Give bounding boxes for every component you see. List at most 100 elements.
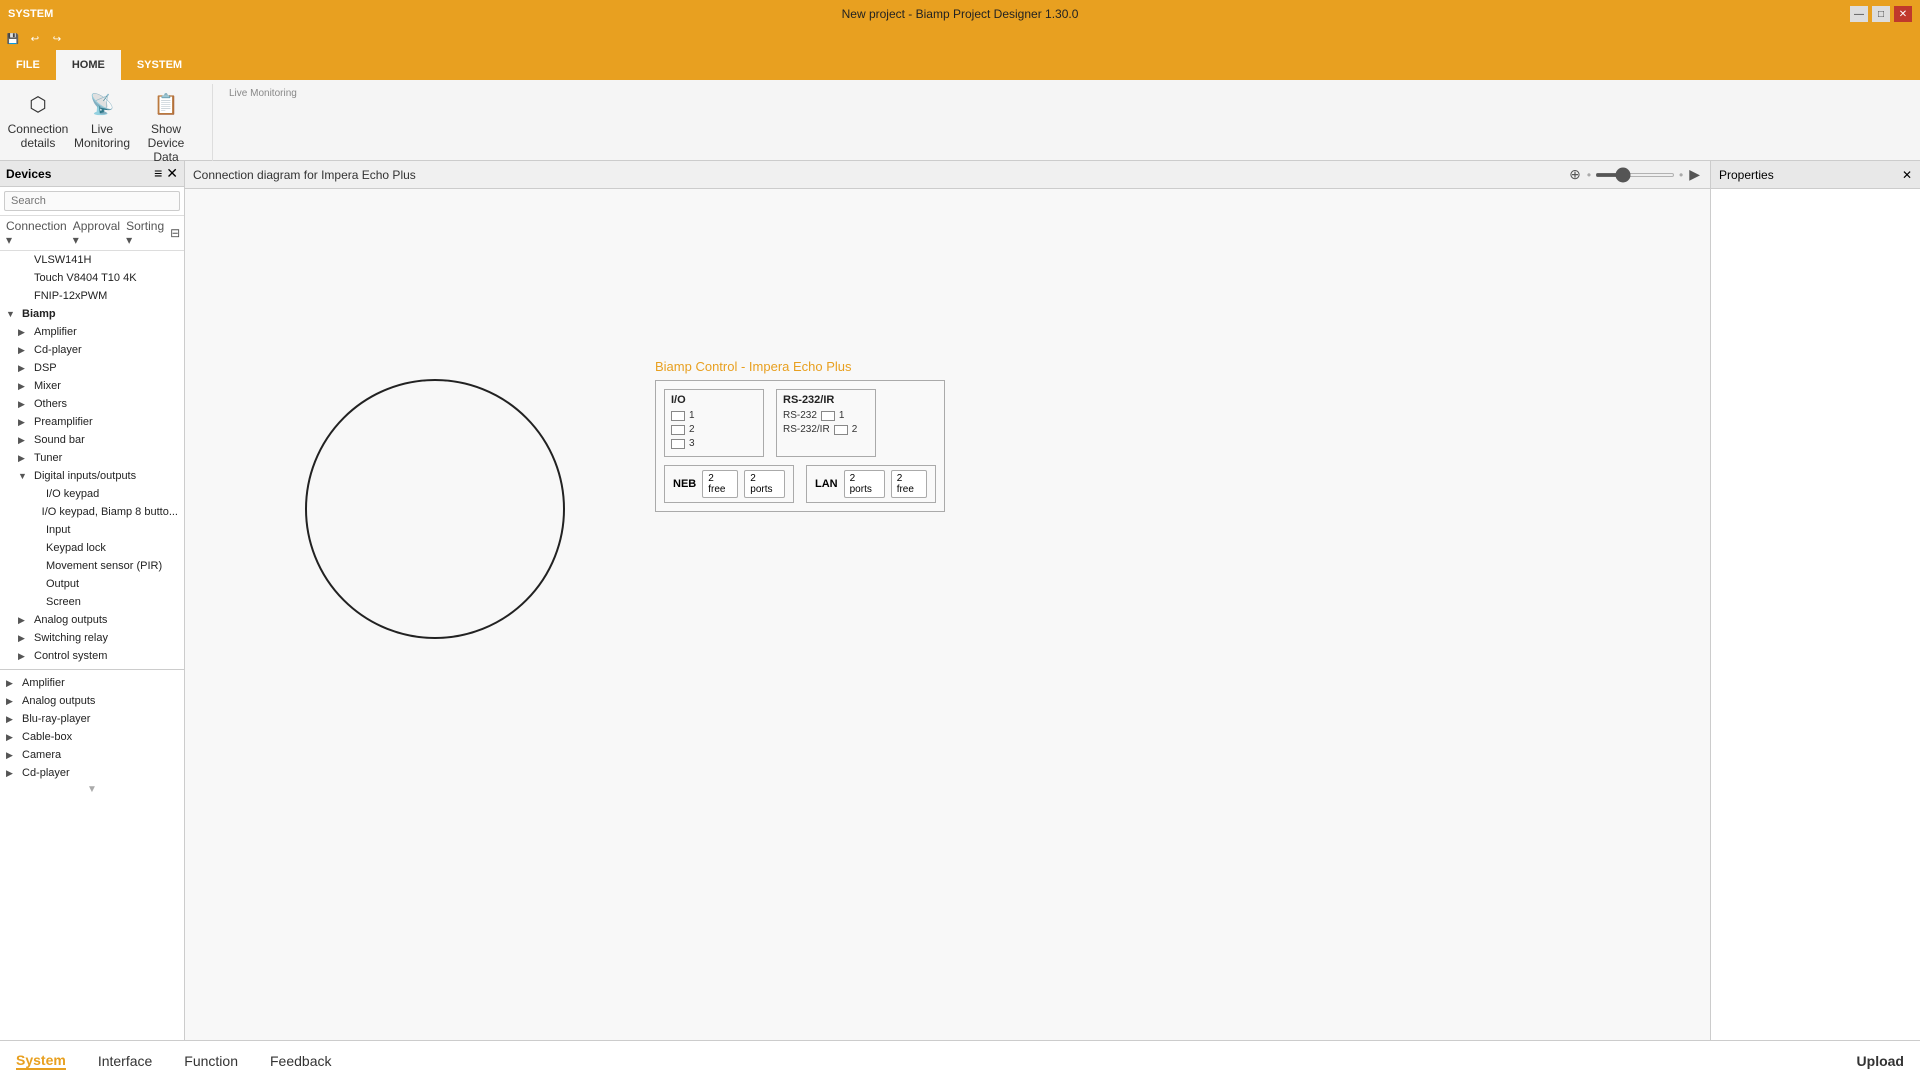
tree-item-fnip[interactable]: FNIP-12xPWM: [0, 287, 184, 305]
tree-item-mixer[interactable]: ▶Mixer: [0, 377, 184, 395]
io-port-2: 2: [671, 424, 757, 435]
rs232ir-connector-2: [834, 425, 848, 435]
properties-panel: Properties ✕: [1710, 161, 1920, 1040]
tree-item-digital-inputs[interactable]: ▼Digital inputs/outputs: [0, 467, 184, 485]
tree-item-output[interactable]: Output: [0, 575, 184, 593]
live-monitoring-icon: 📡: [86, 88, 118, 120]
tree-item-cd-player2[interactable]: ▶Cd-player: [0, 764, 184, 782]
rs232-port-1: RS-232 1: [783, 410, 869, 421]
tree-item-io-keypad-biamp[interactable]: I/O keypad, Biamp 8 butto...: [0, 503, 184, 521]
scroll-down-indicator: ▼: [0, 782, 184, 797]
connection-details-button[interactable]: ⬡ Connection details: [8, 84, 68, 168]
sidebar: Devices ≡ ✕ Connection ▾ Approval ▾ Sort…: [0, 161, 185, 1040]
status-function[interactable]: Function: [184, 1053, 238, 1069]
redo-button[interactable]: ↪: [48, 30, 66, 48]
diagram-container: Biamp Control - Impera Echo Plus I/O 1: [185, 189, 1710, 1040]
zoom-expand-button[interactable]: ▶: [1687, 164, 1702, 185]
status-system[interactable]: System: [16, 1052, 66, 1070]
tab-file[interactable]: FILE: [0, 50, 56, 80]
sidebar-options-icon[interactable]: ≡: [154, 165, 162, 182]
zoom-slider[interactable]: [1595, 173, 1675, 177]
tree-item-movement-sensor[interactable]: Movement sensor (PIR): [0, 557, 184, 575]
ribbon-group-live-monitoring: Live Monitoring: [229, 84, 313, 99]
zoom-dot1: •: [1587, 168, 1591, 182]
tree-item-amplifier1[interactable]: ▶Amplifier: [0, 323, 184, 341]
status-interface[interactable]: Interface: [98, 1053, 152, 1069]
title-bar: SYSTEM New project - Biamp Project Desig…: [0, 0, 1920, 28]
canvas-area: Connection diagram for Impera Echo Plus …: [185, 161, 1710, 1040]
tree-item-blu-ray[interactable]: ▶Blu-ray-player: [0, 710, 184, 728]
tree-item-io-keypad[interactable]: I/O keypad: [0, 485, 184, 503]
sidebar-header-icons: ≡ ✕: [154, 165, 178, 182]
tree-item-vlsw141h[interactable]: VLSW141H: [0, 251, 184, 269]
filter-icon[interactable]: ⊟: [170, 226, 180, 240]
quick-access-toolbar: 💾 ↩ ↪: [0, 28, 1920, 50]
io-label-1: 1: [689, 410, 695, 421]
tree-item-others[interactable]: ▶Others: [0, 395, 184, 413]
tab-system[interactable]: SYSTEM: [121, 50, 198, 80]
tree-item-input[interactable]: Input: [0, 521, 184, 539]
sidebar-header: Devices ≡ ✕: [0, 161, 184, 187]
rs232-group: RS-232/IR RS-232 1 RS-232/IR 2: [776, 389, 876, 457]
upload-button[interactable]: Upload: [1857, 1053, 1904, 1069]
filter-approval[interactable]: Approval ▾: [73, 219, 120, 247]
close-button[interactable]: ✕: [1894, 6, 1912, 22]
tree-item-dsp[interactable]: ▶DSP: [0, 359, 184, 377]
tree-item-analog-outputs2[interactable]: ▶Analog outputs: [0, 692, 184, 710]
connection-details-icon: ⬡: [22, 88, 54, 120]
filter-connection[interactable]: Connection ▾: [6, 219, 67, 247]
io-port-3: 3: [671, 438, 757, 449]
status-feedback[interactable]: Feedback: [270, 1053, 331, 1069]
tree-item-control-system[interactable]: ▶Control system: [0, 647, 184, 665]
filter-sorting[interactable]: Sorting ▾: [126, 219, 164, 247]
canvas-viewport[interactable]: Biamp Control - Impera Echo Plus I/O 1: [185, 189, 1710, 1040]
tree-item-cd-player[interactable]: ▶Cd-player: [0, 341, 184, 359]
io-group: I/O 1 2: [664, 389, 764, 457]
search-input[interactable]: [4, 191, 180, 211]
live-monitoring-button[interactable]: 📡 Live Monitoring: [72, 84, 132, 168]
properties-title: Properties: [1719, 168, 1774, 182]
tree-item-keypad-lock[interactable]: Keypad lock: [0, 539, 184, 557]
tree-item-tuner[interactable]: ▶Tuner: [0, 449, 184, 467]
tree-item-screen[interactable]: Screen: [0, 593, 184, 611]
minimize-button[interactable]: —: [1850, 6, 1868, 22]
rs232ir-num-2: 2: [852, 424, 858, 435]
circle-shape: [305, 379, 565, 639]
undo-button[interactable]: ↩: [26, 30, 44, 48]
tree-item-touch-v8404[interactable]: Touch V8404 T10 4K: [0, 269, 184, 287]
tree-item-preamplifier[interactable]: ▶Preamplifier: [0, 413, 184, 431]
rs232-label-1: RS-232: [783, 410, 817, 421]
show-device-data-button[interactable]: 📋 Show Device Data: [136, 84, 196, 168]
rs232ir-label-2: RS-232/IR: [783, 424, 830, 435]
device-block: Biamp Control - Impera Echo Plus I/O 1: [655, 359, 945, 512]
tree-item-cable-box[interactable]: ▶Cable-box: [0, 728, 184, 746]
lan-badge-ports: 2 ports: [844, 470, 885, 498]
device-row-2: NEB 2 free 2 ports LAN 2 ports 2 free: [664, 465, 936, 503]
save-button[interactable]: 💾: [4, 30, 22, 48]
tree-item-camera[interactable]: ▶Camera: [0, 746, 184, 764]
main-area: Devices ≡ ✕ Connection ▾ Approval ▾ Sort…: [0, 161, 1920, 1040]
canvas-controls: ⊕ • • ▶: [1567, 164, 1702, 185]
sidebar-title: Devices: [6, 167, 51, 181]
window-controls: — □ ✕: [1850, 6, 1912, 22]
ribbon: FILE HOME SYSTEM ⬡ Connection details 📡 …: [0, 50, 1920, 161]
show-device-data-label: Show Device Data: [140, 122, 192, 164]
sidebar-filter-row: Connection ▾ Approval ▾ Sorting ▾ ⊟: [0, 216, 184, 251]
tree-item-biamp[interactable]: ▼Biamp: [0, 305, 184, 323]
tree-item-switching-relay[interactable]: ▶Switching relay: [0, 629, 184, 647]
system-label: SYSTEM: [8, 8, 53, 20]
tree-item-sound-bar[interactable]: ▶Sound bar: [0, 431, 184, 449]
properties-options-icon[interactable]: ✕: [1902, 168, 1912, 182]
sidebar-tree: VLSW141H Touch V8404 T10 4K FNIP-12xPWM …: [0, 251, 184, 1040]
target-button[interactable]: ⊕: [1567, 164, 1583, 185]
io-label-2: 2: [689, 424, 695, 435]
io-port-1: 1: [671, 410, 757, 421]
tree-item-analog-outputs[interactable]: ▶Analog outputs: [0, 611, 184, 629]
connection-details-label: Connection details: [8, 122, 69, 150]
maximize-button[interactable]: □: [1872, 6, 1890, 22]
io-connector-2: [671, 425, 685, 435]
ribbon-tabs: FILE HOME SYSTEM: [0, 50, 1920, 80]
tree-item-amplifier2[interactable]: ▶Amplifier: [0, 674, 184, 692]
sidebar-close-icon[interactable]: ✕: [166, 165, 178, 182]
tab-home[interactable]: HOME: [56, 50, 121, 80]
